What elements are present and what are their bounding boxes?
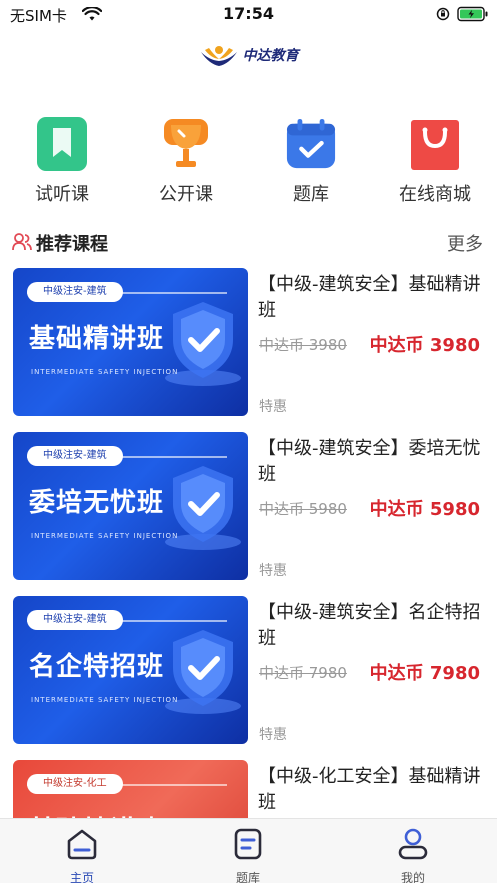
users-icon xyxy=(12,233,32,251)
logo-text: 中达教育 xyxy=(242,48,299,64)
orientation-lock-icon xyxy=(436,7,450,21)
sale-price: 中达币 3980 xyxy=(369,335,480,356)
course-tag: 特惠 xyxy=(259,727,287,743)
course-thumbnail: 中级注安-建筑 名企特招班 INTERMEDIATE SAFETY INJECT… xyxy=(13,596,248,744)
clock: 17:54 xyxy=(223,4,274,23)
tab-label: 我的 xyxy=(400,871,425,883)
quick-nav-label: 题库 xyxy=(293,184,329,205)
home-icon xyxy=(67,829,97,860)
bottom-tab-bar: 主页 题库 我的 xyxy=(0,818,497,883)
recommended-section-header: 推荐课程 更多 xyxy=(0,228,497,256)
quick-nav-label: 公开课 xyxy=(159,184,213,205)
quick-nav: 试听课 公开课 题库 在线商城 xyxy=(0,112,497,212)
more-link[interactable]: 更多 xyxy=(447,230,483,256)
quick-nav-open-class[interactable]: 公开课 xyxy=(131,112,241,212)
course-thumbnail: 中级注安-建筑 委培无忧班 INTERMEDIATE SAFETY INJECT… xyxy=(13,432,248,580)
question-bank-icon xyxy=(234,828,262,860)
thumb-tag: 中级注安-建筑 xyxy=(27,446,123,466)
logo-mark-icon xyxy=(200,46,237,66)
course-tag: 特惠 xyxy=(259,399,287,415)
quick-nav-trial-class[interactable]: 试听课 xyxy=(7,112,117,212)
thumb-tag: 中级注安-建筑 xyxy=(27,282,123,302)
trophy-icon xyxy=(160,116,212,172)
course-title: 【中级-建筑安全】委培无忧班 xyxy=(258,438,481,485)
thumb-tag: 中级注安-建筑 xyxy=(27,610,123,630)
course-tag: 特惠 xyxy=(259,563,287,579)
thumb-tag: 中级注安-化工 xyxy=(27,774,123,794)
quick-nav-label: 在线商城 xyxy=(399,184,471,205)
course-title: 【中级-化工安全】基础精讲班 xyxy=(258,766,481,813)
sale-price: 中达币 5980 xyxy=(369,499,480,520)
tab-label: 主页 xyxy=(69,871,94,883)
thumb-title: 名企特招班 xyxy=(29,652,165,682)
bookmark-icon xyxy=(36,116,88,172)
tab-profile[interactable]: 我的 xyxy=(373,827,453,883)
course-card[interactable]: 中级注安-建筑 委培无忧班 INTERMEDIATE SAFETY INJECT… xyxy=(0,432,497,582)
thumb-title: 基础精讲班 xyxy=(29,324,165,354)
sale-price: 中达币 7980 xyxy=(369,663,480,684)
shopping-bag-icon xyxy=(409,116,461,172)
section-title: 推荐课程 xyxy=(36,234,108,255)
thumb-subtitle: INTERMEDIATE SAFETY INJECTION xyxy=(31,532,179,540)
original-price: 中达币 7980 xyxy=(259,664,347,682)
original-price: 中达币 5980 xyxy=(259,500,347,518)
quick-nav-online-store[interactable]: 在线商城 xyxy=(380,112,490,212)
quick-nav-question-bank[interactable]: 题库 xyxy=(256,112,366,212)
course-card[interactable]: 中级注安-建筑 名企特招班 INTERMEDIATE SAFETY INJECT… xyxy=(0,596,497,746)
course-card[interactable]: 中级注安-建筑 基础精讲班 INTERMEDIATE SAFETY INJECT… xyxy=(0,268,497,418)
user-icon xyxy=(398,828,428,860)
thumb-title: 委培无忧班 xyxy=(29,488,165,518)
tab-home[interactable]: 主页 xyxy=(42,827,122,883)
course-thumbnail: 中级注安-建筑 基础精讲班 INTERMEDIATE SAFETY INJECT… xyxy=(13,268,248,416)
tab-label: 题库 xyxy=(235,871,260,883)
calendar-check-icon xyxy=(285,116,337,172)
course-title: 【中级-建筑安全】基础精讲班 xyxy=(258,274,481,321)
status-bar: 无SIM卡 17:54 xyxy=(0,0,497,30)
app-logo: 中达教育 xyxy=(0,40,497,70)
thumb-subtitle: INTERMEDIATE SAFETY INJECTION xyxy=(31,696,179,704)
app-screen: 无SIM卡 17:54 中达教育 试听课 公开课 题库 在线商城 推荐课程 更多… xyxy=(0,0,497,883)
thumb-subtitle: INTERMEDIATE SAFETY INJECTION xyxy=(31,368,179,376)
course-title: 【中级-建筑安全】名企特招班 xyxy=(258,602,481,649)
tab-question-bank[interactable]: 题库 xyxy=(208,827,288,883)
battery-icon xyxy=(457,6,488,22)
original-price: 中达币 3980 xyxy=(259,336,347,354)
quick-nav-label: 试听课 xyxy=(35,184,89,205)
